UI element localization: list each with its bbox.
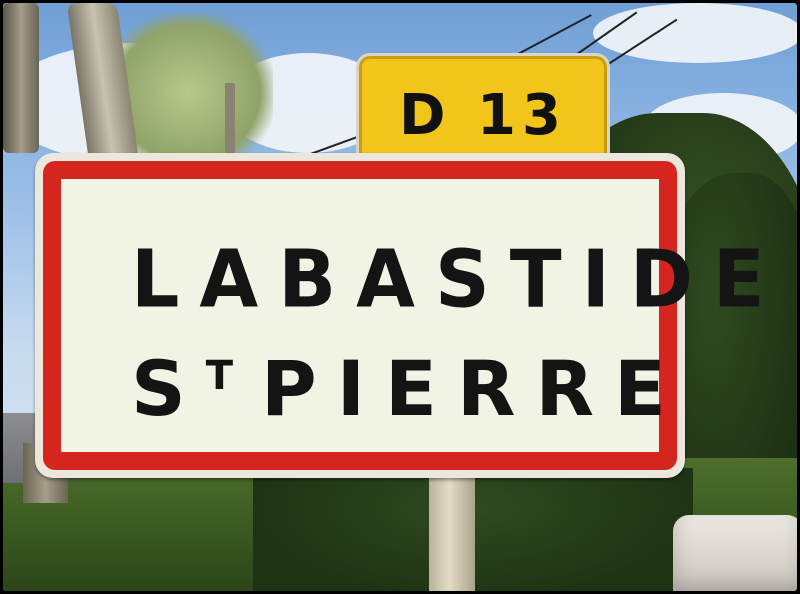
saint-prefix: S xyxy=(131,344,206,433)
tree-trunk xyxy=(3,3,39,153)
town-entry-sign: LABASTIDE ST PIERRE xyxy=(35,153,765,478)
stone-planter xyxy=(673,515,797,591)
route-number: D 13 xyxy=(399,82,567,148)
photo: D 13 LABASTIDE ST PIERRE xyxy=(3,3,797,591)
town-name-line2: ST PIERRE xyxy=(131,344,686,433)
utility-pole xyxy=(225,83,235,163)
town-sign-panel: LABASTIDE ST PIERRE xyxy=(43,161,765,470)
town-name-line1: LABASTIDE xyxy=(131,231,785,326)
town-name-pierre: PIERRE xyxy=(261,344,686,433)
saint-superscript: T xyxy=(205,352,244,399)
